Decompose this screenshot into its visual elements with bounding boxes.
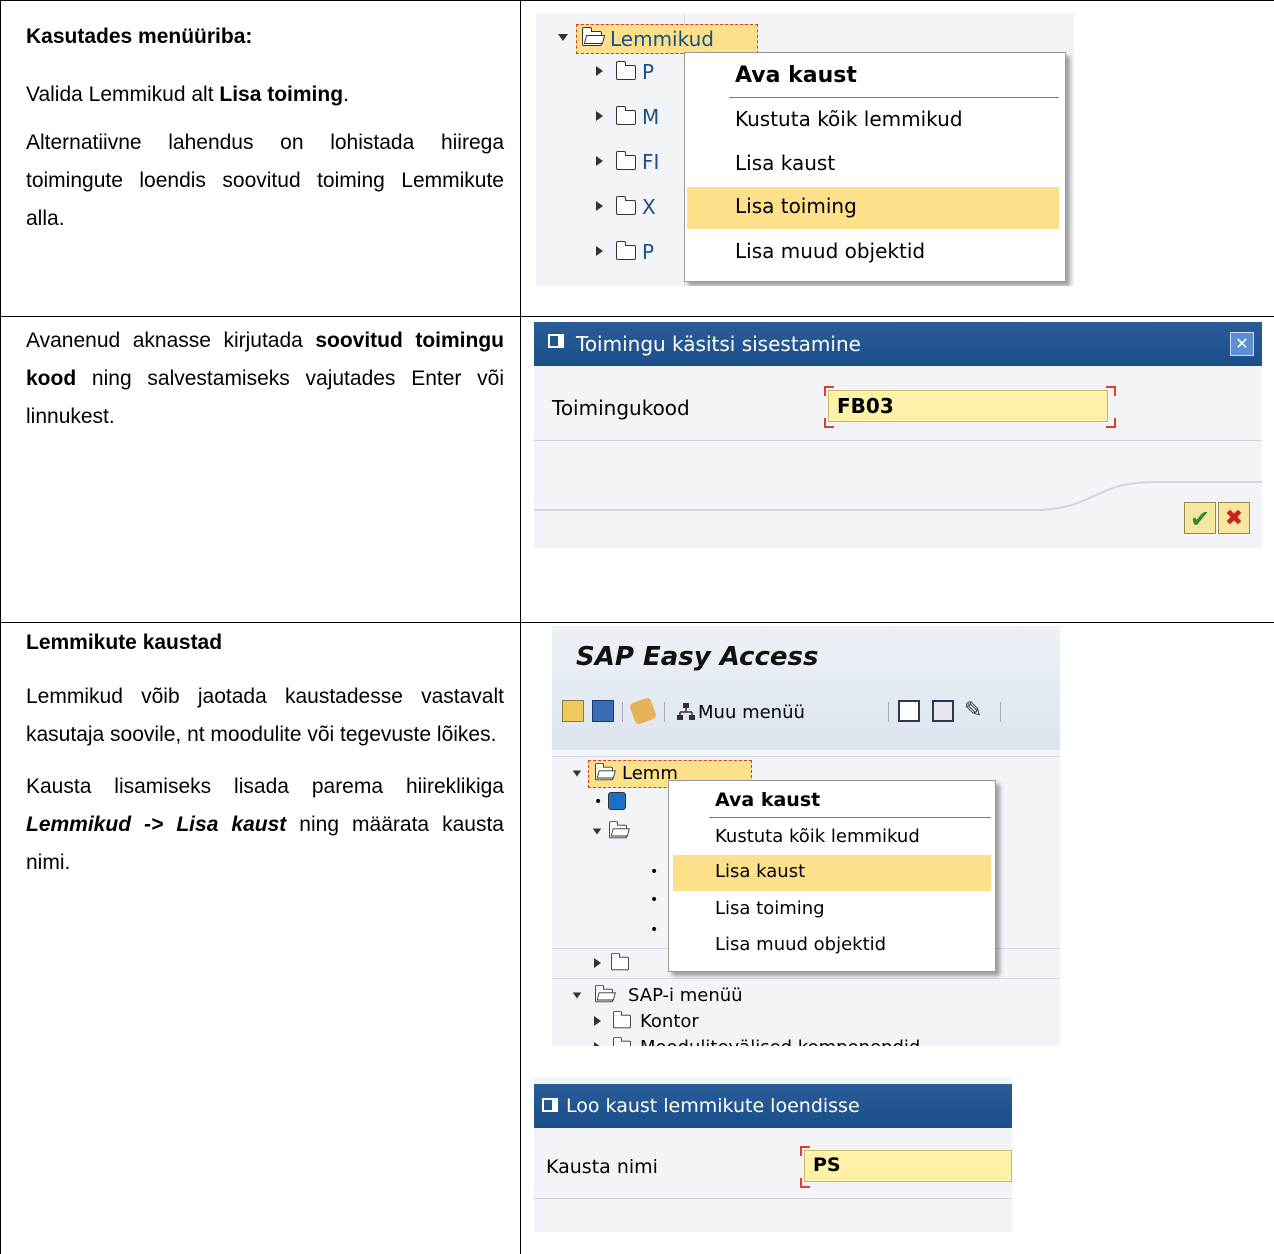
row1-heading: Kasutades menüüriba: (26, 25, 253, 48)
table-row-divider-1 (0, 316, 1274, 317)
globe-icon (608, 792, 626, 810)
edit-pencil-icon[interactable]: ✎ (964, 698, 982, 723)
favorites-tree-screenshot: Lemmikud PMFIXPA Ava kaust Kustuta kõik … (536, 14, 1074, 286)
transaction-code-input[interactable]: FB03 (828, 390, 1108, 422)
tree-child-label: M (642, 105, 660, 129)
menu-item-kustuta[interactable]: Kustuta kõik lemmikud (685, 101, 1065, 141)
tree-child-label: A (642, 285, 656, 286)
row1-text: Kasutades menüüriba: Valida Lemmikud alt… (26, 18, 504, 248)
collapse-arrow-icon[interactable] (596, 246, 603, 256)
tree-child-label: X (642, 195, 656, 219)
menu-item-lisa-muud[interactable]: Lisa muud objektid (669, 929, 995, 963)
row2-text: Avanenud aknasse kirjutada soovitud toim… (26, 329, 504, 428)
dialog-window-icon (542, 1098, 558, 1112)
sap-easy-access-screenshot: SAP Easy Access Muu menüü ✎ Lemm • • • • (552, 626, 1060, 1046)
confirm-checkmark-button[interactable]: ✔ (1184, 502, 1216, 534)
user-menu-icon[interactable] (562, 700, 584, 722)
dialog-titlebar: Toimingu käsitsi sisestamine ✕ (534, 322, 1262, 366)
table-left-border (0, 0, 1, 1254)
cancel-x-button[interactable]: ✖ (1218, 502, 1250, 534)
menu-item-lisa-toiming[interactable]: Lisa toiming (669, 893, 995, 927)
dialog-title: Toimingu käsitsi sisestamine (576, 332, 861, 356)
field-label-kausta-nimi: Kausta nimi (546, 1156, 658, 1178)
folder-icon (615, 196, 636, 215)
table-column-divider (520, 0, 521, 1254)
field-label-toimingukood: Toimingukood (552, 396, 690, 420)
folder-name-input[interactable]: PS (804, 1150, 1012, 1182)
add-favorite-icon[interactable] (628, 696, 658, 726)
menu-item-lisa-kaust[interactable]: Lisa kaust (685, 145, 1065, 185)
other-menu-icon (676, 702, 696, 722)
row3-text: Lemmikute kaustad Lemmikud võib jaotada … (26, 624, 504, 892)
menu-item-lisa-muud[interactable]: Lisa muud objektid (685, 233, 1065, 273)
collapse-arrow-icon[interactable] (596, 66, 603, 76)
folder-open-icon (581, 27, 602, 46)
table-top-border (0, 0, 1274, 1)
sap-menu-icon[interactable] (592, 700, 614, 722)
expand-arrow-icon[interactable] (558, 34, 568, 41)
collapse-arrow-icon[interactable] (596, 156, 603, 166)
tree-child-label: P (642, 240, 655, 264)
folder-icon (615, 151, 636, 170)
menu-item-lisa-kaust[interactable]: Lisa kaust (673, 855, 991, 891)
create-folder-dialog: Loo kaust lemmikute loendisse Kausta nim… (534, 1078, 1012, 1232)
dialog-window-icon (548, 334, 564, 348)
close-icon[interactable]: ✕ (1230, 332, 1254, 356)
row1-alternative: Alternatiivne lahendus on lohistada hiir… (26, 131, 504, 230)
create-role-icon[interactable] (898, 700, 920, 722)
row3-para1: Lemmikud võib jaotada kaustadesse vastav… (26, 685, 504, 746)
context-menu: Ava kaust Kustuta kõik lemmikud Lisa kau… (684, 52, 1066, 282)
tree-child-label: P (642, 60, 655, 84)
tree-child-label: FI (642, 150, 660, 174)
menu-item-kustuta[interactable]: Kustuta kõik lemmikud (669, 821, 995, 855)
table-row-divider-2 (0, 622, 1274, 623)
menu-item-ava-kaust[interactable]: Ava kaust (685, 57, 1065, 97)
menu-item-lisa-toiming[interactable]: Lisa toiming (687, 187, 1059, 229)
row1-instruction: Valida Lemmikud alt Lisa toiming. (26, 83, 349, 106)
dialog-title: Loo kaust lemmikute loendisse (566, 1095, 860, 1117)
row3-heading: Lemmikute kaustad (26, 631, 223, 654)
sap-title: SAP Easy Access (576, 642, 819, 672)
footer-curve (534, 481, 1262, 511)
row3-para2: Kausta lisamiseks lisada parema hiirekli… (26, 775, 504, 874)
manual-entry-dialog: Toimingu käsitsi sisestamine ✕ Toiminguk… (534, 322, 1262, 548)
collapse-arrow-icon[interactable] (596, 201, 603, 211)
folder-open-icon (594, 763, 613, 781)
menu-item-ava-kaust[interactable]: Ava kaust (669, 783, 995, 817)
other-menu-button[interactable]: Muu menüü (698, 702, 805, 723)
context-menu-2: Ava kaust Kustuta kõik lemmikud Lisa kau… (668, 780, 996, 972)
sap-toolbar: Muu menüü ✎ (552, 696, 1060, 730)
dialog-titlebar: Loo kaust lemmikute loendisse (534, 1084, 1012, 1128)
assign-users-icon[interactable] (932, 700, 954, 722)
collapse-arrow-icon[interactable] (596, 111, 603, 121)
folder-icon (615, 106, 636, 125)
folder-icon (615, 241, 636, 260)
tree-root-label: Lemmikud (610, 27, 714, 51)
expand-arrow-icon[interactable] (572, 770, 582, 777)
folder-icon (615, 61, 636, 80)
